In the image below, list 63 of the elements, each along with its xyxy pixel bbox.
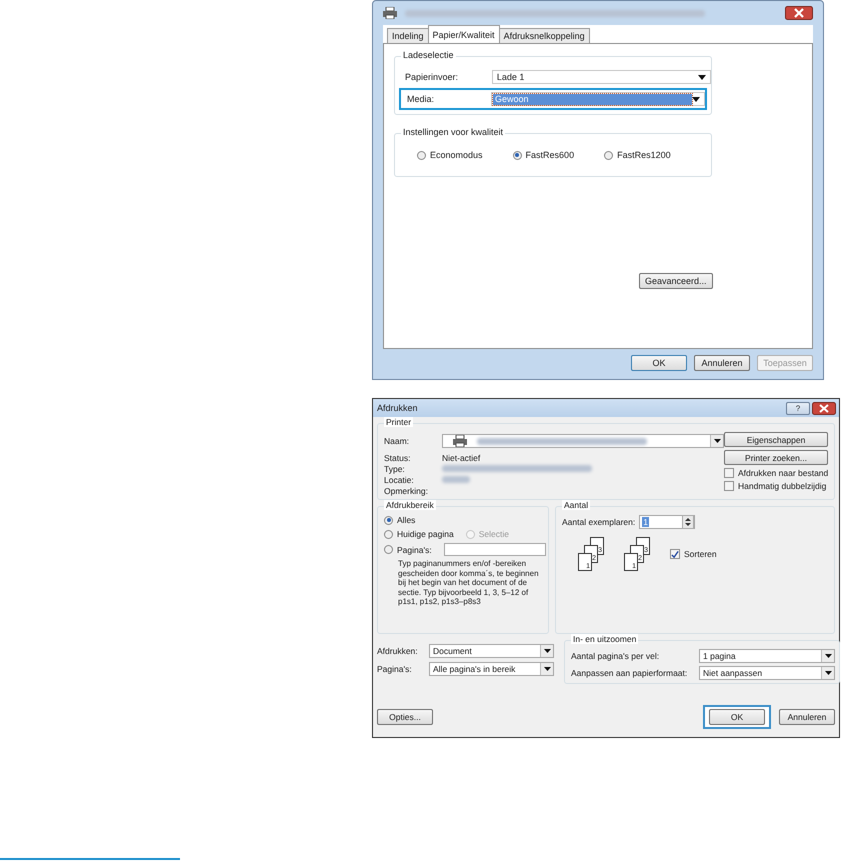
advanced-button[interactable]: Geavanceerd... bbox=[639, 273, 713, 289]
group-title: Instellingen voor kwaliteit bbox=[401, 127, 506, 137]
field-label: Pagina's: bbox=[377, 664, 413, 674]
printer-icon bbox=[383, 7, 397, 19]
dropdown-arrow-icon bbox=[544, 649, 550, 653]
radio-option[interactable]: FastRes1200 bbox=[604, 150, 671, 160]
dropdown-arrow-icon bbox=[544, 667, 550, 671]
radio-option[interactable]: Economodus bbox=[417, 150, 483, 160]
checkbox[interactable]: Handmatig dubbelzijdig bbox=[724, 481, 826, 491]
printer-button[interactable]: Printer zoeken... bbox=[724, 450, 828, 465]
dropdown[interactable]: Niet aanpassen bbox=[699, 666, 835, 680]
info-value: Niet-actief bbox=[442, 452, 480, 462]
checkbox[interactable]: Sorteren bbox=[670, 549, 717, 559]
field-label: Afdrukken: bbox=[377, 646, 419, 656]
info-label: Status: bbox=[384, 452, 412, 462]
dialog-button[interactable]: OK bbox=[631, 355, 687, 371]
printer-button[interactable]: Eigenschappen bbox=[724, 432, 828, 447]
dropdown[interactable]: 1 pagina bbox=[699, 649, 835, 663]
help-button[interactable]: ? bbox=[786, 402, 810, 414]
group-title: Aantal bbox=[562, 500, 590, 510]
hint-text: Typ paginanummers en/of -bereiken gescheiden door komma´s, te beginnen bij het begin van het document of de sectie. Typ bijvoorbeeld 1, 3, 5–12 of p1s1, p1s2, p1s3–p8s3 bbox=[398, 559, 540, 606]
options-button[interactable]: Opties... bbox=[377, 709, 433, 725]
info-label: Type: bbox=[384, 464, 406, 474]
tab[interactable]: Indeling bbox=[387, 28, 429, 43]
dropdown-arrow-icon bbox=[824, 654, 832, 658]
tab[interactable]: Afdruksnelkoppeling bbox=[498, 28, 590, 43]
info-label: Opmerking: bbox=[384, 486, 429, 496]
dropdown-arrow-icon bbox=[692, 96, 700, 102]
field-label: Aanpassen aan papierformaat: bbox=[571, 668, 688, 678]
dropdown[interactable]: Document bbox=[429, 644, 554, 658]
close-icon[interactable] bbox=[812, 402, 836, 414]
close-icon[interactable] bbox=[785, 6, 813, 20]
dialog-button[interactable]: Annuleren bbox=[694, 355, 750, 371]
dropdown-arrow-icon bbox=[824, 671, 832, 675]
field-label: Media: bbox=[407, 94, 436, 104]
radio-option[interactable]: FastRes600 bbox=[512, 150, 574, 160]
field-label: Aantal pagina's per vel: bbox=[571, 651, 660, 661]
dropdown-arrow-icon bbox=[698, 74, 706, 80]
group-title: Printer bbox=[384, 417, 414, 427]
radio-option[interactable]: Pagina's: bbox=[384, 544, 432, 554]
info-label: Locatie: bbox=[384, 474, 415, 484]
dialog-button[interactable]: OK bbox=[709, 709, 765, 725]
checkbox[interactable]: Afdrukken naar bestand bbox=[724, 468, 828, 478]
printer-icon bbox=[453, 435, 467, 447]
checkmark-icon bbox=[671, 550, 679, 558]
blurred-value bbox=[442, 476, 470, 483]
tab[interactable]: Papier/Kwaliteit bbox=[428, 25, 500, 43]
group-title: In- en uitzoomen bbox=[571, 634, 638, 644]
dialog-button[interactable]: Annuleren bbox=[779, 709, 835, 725]
pages-input-field[interactable] bbox=[444, 543, 546, 556]
group-title: Ladeselectie bbox=[401, 50, 456, 60]
dropdown[interactable]: Alle pagina's in bereik bbox=[429, 662, 554, 676]
window-title: Afdrukken bbox=[377, 403, 418, 413]
field-label: Papierinvoer: bbox=[405, 72, 460, 82]
dropdown[interactable]: Lade 1 bbox=[492, 70, 711, 84]
printer-dropdown[interactable] bbox=[442, 434, 724, 448]
field-label: Aantal exemplaren: bbox=[562, 517, 636, 527]
radio-option[interactable]: Huidige pagina bbox=[384, 529, 454, 539]
spinner-arrows-icon[interactable] bbox=[682, 515, 694, 529]
radio-option[interactable]: Alles bbox=[384, 515, 554, 525]
dropdown-arrow-icon bbox=[714, 439, 720, 443]
group-title: Afdrukbereik bbox=[384, 500, 436, 510]
field-label: Naam: bbox=[384, 436, 410, 446]
